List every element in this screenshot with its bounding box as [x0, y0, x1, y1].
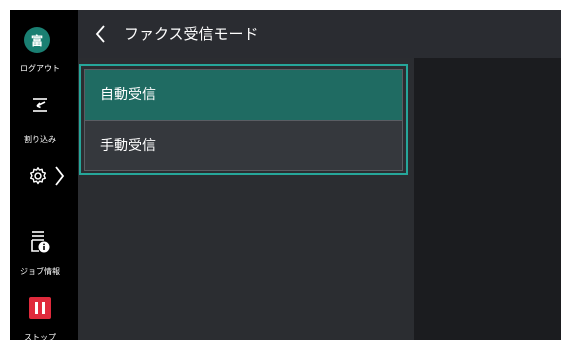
screen: 富 ログアウト 割り込み ジョブ情報 ストップ ファクス受信モード 自動受信 手… [10, 10, 561, 340]
interrupt-label[interactable]: 割り込み [10, 134, 70, 145]
receive-mode-list: 自動受信 手動受信 [79, 64, 408, 175]
stop-label[interactable]: ストップ [10, 332, 70, 340]
receive-mode-list-inner: 自動受信 手動受信 [84, 69, 403, 171]
stop-button[interactable] [29, 297, 51, 319]
menu-item-manual-receive[interactable]: 手動受信 [85, 120, 402, 170]
header-bar: ファクス受信モード [78, 10, 561, 58]
gear-icon[interactable] [27, 165, 49, 187]
back-icon[interactable] [94, 24, 106, 44]
job-info-icon[interactable] [29, 230, 51, 254]
menu-item-auto-receive[interactable]: 自動受信 [85, 70, 402, 120]
detail-panel [414, 58, 561, 340]
interrupt-icon[interactable] [31, 96, 49, 114]
page-title: ファクス受信モード [124, 25, 259, 43]
job-info-label[interactable]: ジョブ情報 [10, 266, 70, 277]
chevron-right-icon[interactable] [53, 165, 65, 187]
user-avatar[interactable]: 富 [24, 27, 50, 53]
sidebar: 富 ログアウト 割り込み ジョブ情報 ストップ [10, 10, 78, 340]
logout-label[interactable]: ログアウト [10, 63, 70, 74]
